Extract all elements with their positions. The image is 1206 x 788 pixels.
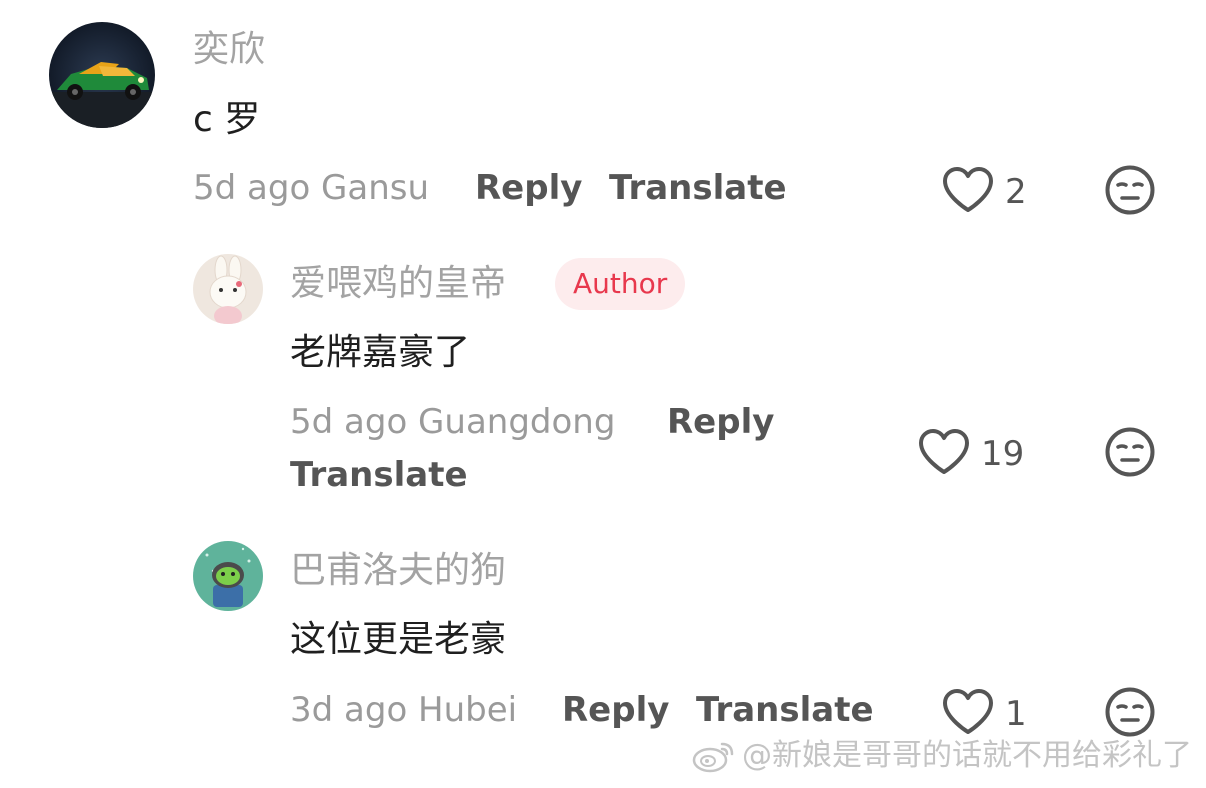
heart-outline-icon[interactable] bbox=[941, 166, 995, 214]
heart-outline-icon[interactable] bbox=[917, 428, 971, 476]
username[interactable]: 奕欣 bbox=[193, 28, 265, 72]
username[interactable]: 巴甫洛夫的狗 bbox=[290, 549, 506, 593]
heart-outline-icon[interactable] bbox=[941, 688, 995, 736]
weibo-logo-icon bbox=[692, 742, 734, 773]
reply-button[interactable]: Reply bbox=[475, 166, 582, 210]
unamused-face-icon[interactable] bbox=[1104, 686, 1156, 738]
watermark: @新娘是哥哥的话就不用给彩礼了 bbox=[692, 738, 1192, 774]
username[interactable]: 爱喂鸡的皇帝 bbox=[290, 262, 506, 306]
translate-button[interactable]: Translate bbox=[290, 453, 468, 497]
translate-button[interactable]: Translate bbox=[609, 166, 787, 210]
comment-text: 老牌嘉豪了 bbox=[290, 332, 471, 373]
comment-text: 这位更是老豪 bbox=[290, 619, 507, 660]
like-count: 19 bbox=[981, 434, 1025, 474]
comment-meta: 5d ago Guangdong bbox=[290, 402, 616, 442]
comment-text: c 罗 bbox=[193, 99, 261, 140]
reply-button[interactable]: Reply bbox=[667, 400, 774, 444]
unamused-face-icon[interactable] bbox=[1104, 426, 1156, 478]
reply-button[interactable]: Reply bbox=[562, 688, 669, 732]
like-count: 1 bbox=[1005, 694, 1027, 734]
watermark-text: @新娘是哥哥的话就不用给彩礼了 bbox=[742, 738, 1192, 773]
avatar[interactable] bbox=[49, 22, 155, 128]
avatar[interactable] bbox=[193, 541, 263, 611]
like-count: 2 bbox=[1005, 172, 1027, 212]
comment-meta: 3d ago Hubei bbox=[290, 690, 518, 730]
avatar[interactable] bbox=[193, 254, 263, 324]
author-badge: Author bbox=[555, 258, 686, 310]
unamused-face-icon[interactable] bbox=[1104, 164, 1156, 216]
comment-meta: 5d ago Gansu bbox=[193, 168, 430, 208]
translate-button[interactable]: Translate bbox=[696, 688, 874, 732]
